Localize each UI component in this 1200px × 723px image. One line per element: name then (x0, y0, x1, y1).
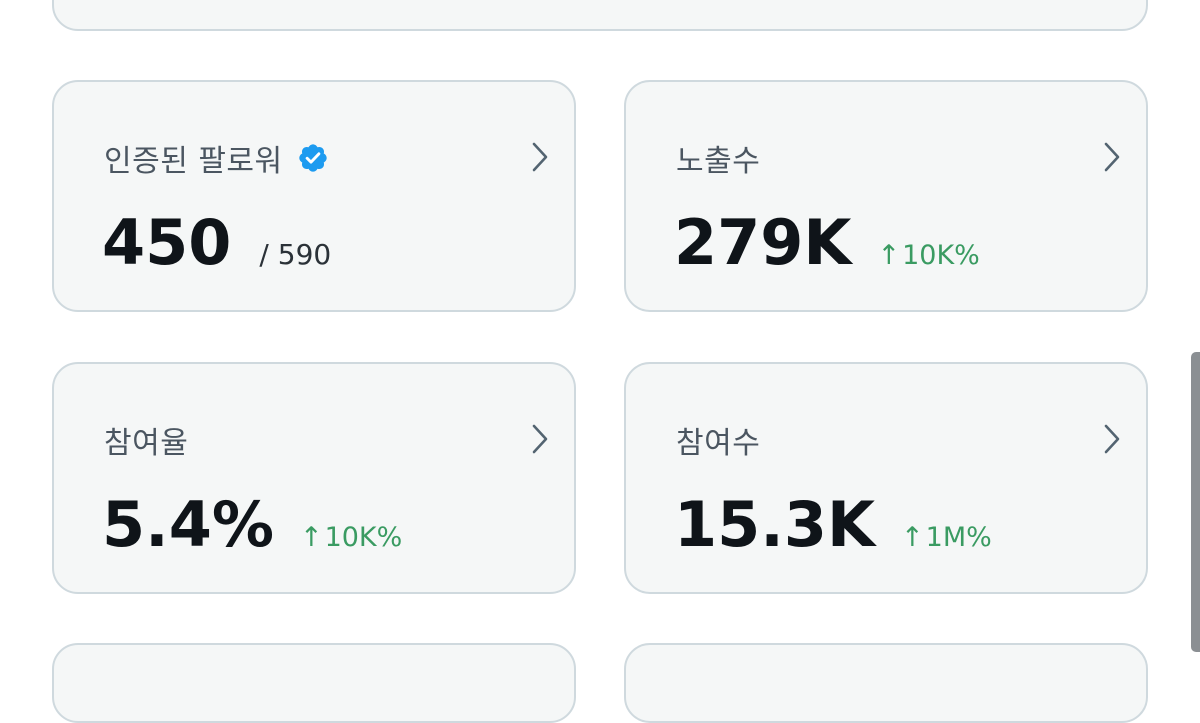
impressions-delta: ↑ 10K% (877, 240, 979, 271)
impressions-label: 노출수 (676, 138, 761, 179)
top-partial-card (52, 0, 1148, 31)
engagements-label-text: 참여수 (676, 426, 761, 461)
impressions-card[interactable]: 노출수 279K ↑ 10K% (624, 80, 1148, 312)
engagement-rate-delta-text: 10K% (324, 522, 403, 553)
engagement-rate-label: 참여율 (104, 420, 189, 461)
chevron-right-icon (1104, 142, 1120, 172)
verified-followers-card[interactable]: 인증된 팔로워 450 / 590 (52, 80, 576, 312)
verified-badge-icon (298, 144, 327, 172)
arrow-up-icon: ↑ (299, 522, 323, 553)
bottom-partial-card-left (52, 643, 576, 723)
scrollbar-thumb[interactable] (1191, 352, 1200, 652)
chevron-right-icon (1104, 424, 1120, 454)
engagement-rate-label-text: 참여율 (104, 426, 189, 461)
engagements-delta-text: 1M% (925, 522, 992, 553)
arrow-up-icon: ↑ (901, 522, 924, 553)
verified-followers-label-text: 인증된 팔로워 (104, 144, 283, 179)
bottom-partial-card-right (624, 643, 1148, 723)
engagements-value-row: 15.3K ↑ 1M% (674, 488, 992, 568)
engagements-label: 참여수 (676, 420, 761, 461)
engagements-card[interactable]: 참여수 15.3K ↑ 1M% (624, 362, 1148, 594)
engagement-rate-delta: ↑ 10K% (300, 522, 402, 553)
engagements-delta: ↑ 1M% (901, 522, 992, 553)
impressions-delta-text: 10K% (902, 240, 980, 271)
verified-followers-value-row: 450 / 590 (102, 206, 331, 286)
verified-followers-total: / 590 (259, 238, 332, 271)
verified-followers-label: 인증된 팔로워 (104, 138, 329, 179)
impressions-value-row: 279K ↑ 10K% (674, 206, 980, 286)
impressions-label-text: 노출수 (676, 144, 761, 179)
engagement-rate-value: 5.4% (102, 488, 274, 561)
chevron-right-icon (532, 424, 548, 454)
impressions-value: 279K (674, 206, 852, 279)
chevron-right-icon (532, 142, 548, 172)
verified-followers-value: 450 (102, 206, 232, 279)
arrow-up-icon: ↑ (877, 240, 901, 271)
engagement-rate-card[interactable]: 참여율 5.4% ↑ 10K% (52, 362, 576, 594)
engagement-rate-value-row: 5.4% ↑ 10K% (102, 488, 402, 568)
engagements-value: 15.3K (674, 488, 876, 561)
